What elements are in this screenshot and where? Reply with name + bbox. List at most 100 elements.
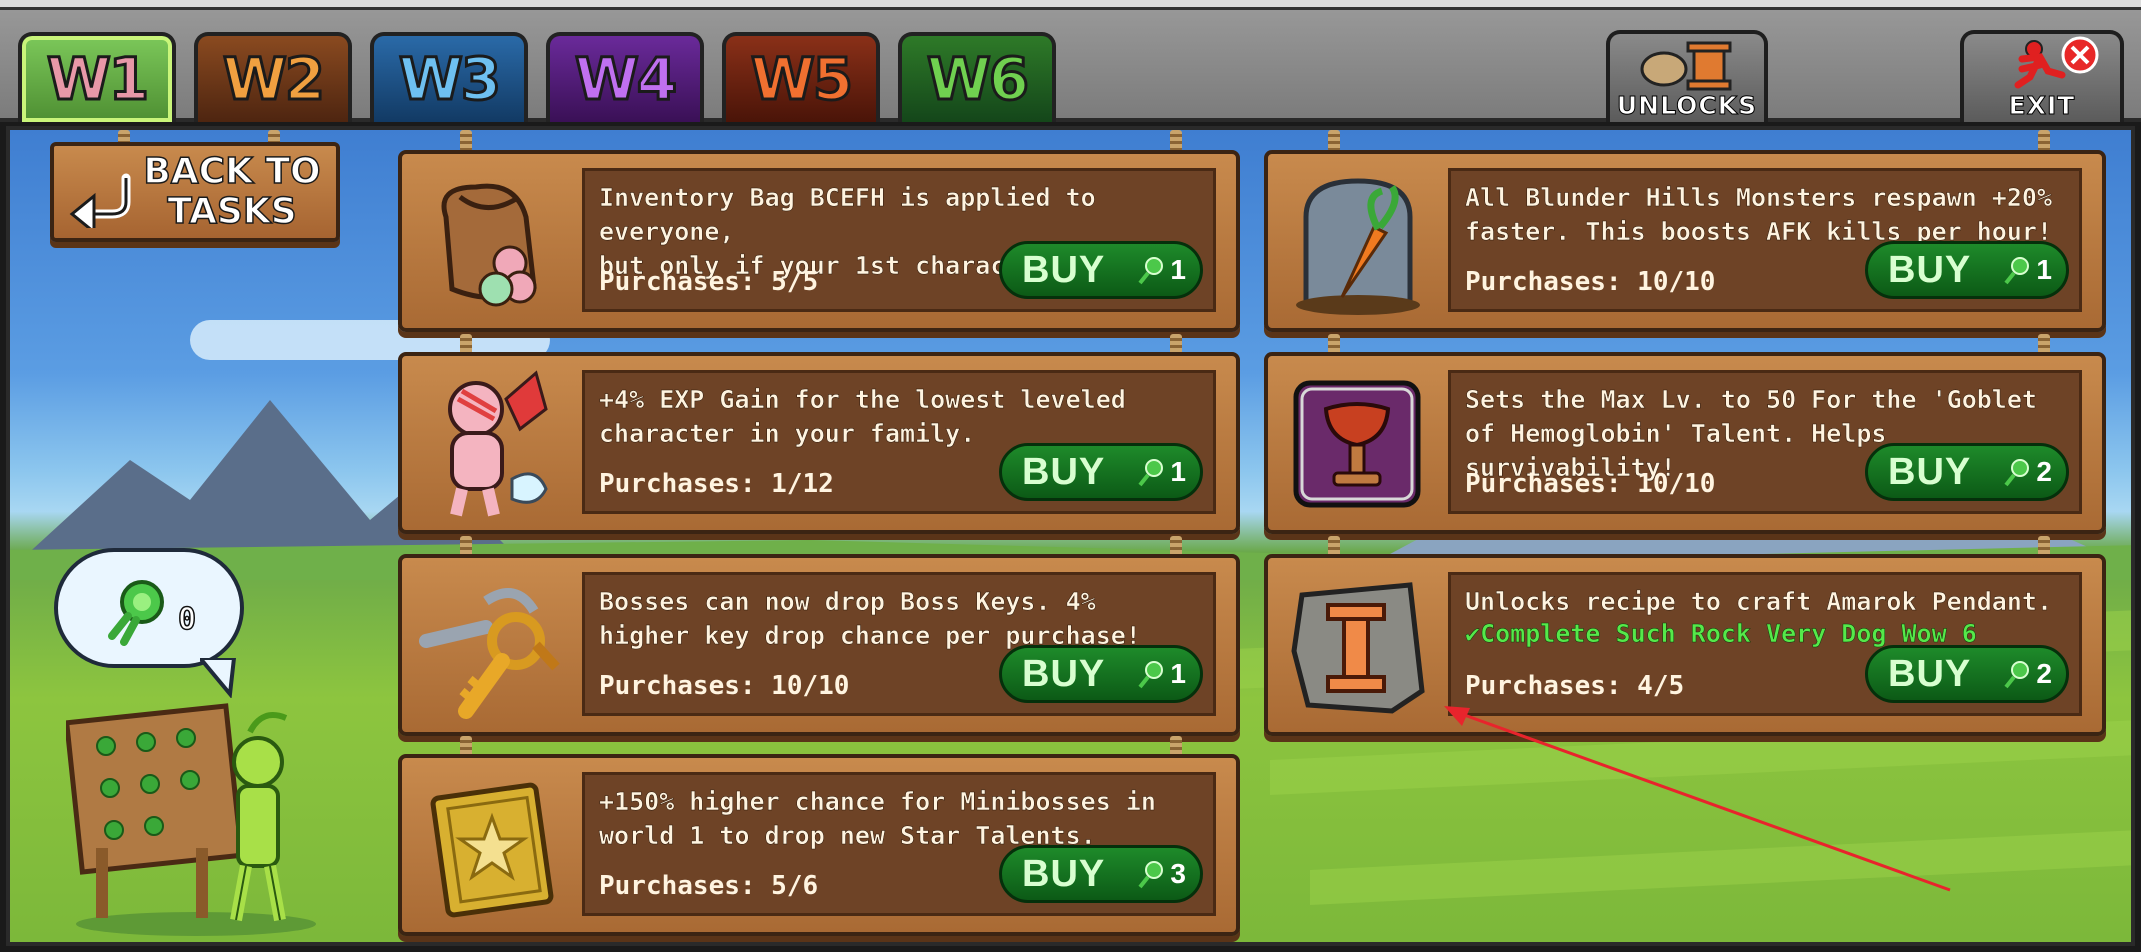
cost-amount: 2 bbox=[2036, 456, 2052, 487]
upgrade-panel: Unlocks recipe to craft Amarok Pendant. … bbox=[1448, 572, 2082, 716]
tab-w5[interactable]: W5 bbox=[722, 32, 880, 122]
cost-amount: 1 bbox=[2036, 254, 2052, 285]
top-stripe bbox=[0, 0, 2141, 10]
rope bbox=[1328, 130, 1340, 152]
cost-amount: 1 bbox=[1170, 658, 1186, 689]
upgrade-description: +150% higher chance for Minibosses in wo… bbox=[599, 787, 1156, 851]
buy-button[interactable]: BUY 3 bbox=[999, 845, 1203, 903]
upgrade-panel: Inventory Bag BCEFH is applied to everyo… bbox=[582, 168, 1216, 312]
buy-button[interactable]: BUY 1 bbox=[999, 645, 1203, 703]
tab-w6[interactable]: W6 bbox=[898, 32, 1056, 122]
buy-button[interactable]: BUY 2 bbox=[1865, 645, 2069, 703]
cost-amount: 2 bbox=[2036, 658, 2052, 689]
annotation-arrow bbox=[1444, 706, 1951, 892]
unlocks-label: UNLOCKS bbox=[1616, 91, 1758, 121]
goblet-icon bbox=[1282, 368, 1432, 520]
upgrade-panel: Bosses can now drop Boss Keys. 4% higher… bbox=[582, 572, 1216, 716]
back-to-tasks-label: BACK TO TASKS bbox=[143, 151, 322, 233]
cost-amount: 3 bbox=[1170, 858, 1186, 889]
buy-button[interactable]: BUY 1 bbox=[999, 241, 1203, 299]
buy-label: BUY bbox=[1022, 852, 1106, 895]
requirement-label: Complete Such Rock Very Dog Wow 6 bbox=[1480, 619, 1977, 649]
tab-w4[interactable]: W4 bbox=[546, 32, 704, 122]
buy-label: BUY bbox=[1022, 450, 1106, 493]
upgrade-card-star-talents: +150% higher chance for Minibosses in wo… bbox=[398, 754, 1240, 936]
task-point-icon bbox=[1138, 459, 1164, 487]
unlocks-button[interactable]: UNLOCKS bbox=[1606, 30, 1768, 122]
upgrade-panel: Sets the Max Lv. to 50 For the 'Goblet o… bbox=[1448, 370, 2082, 514]
rope bbox=[1170, 130, 1182, 152]
cost-amount: 1 bbox=[1170, 254, 1186, 285]
tab-w2-label: W2 bbox=[221, 44, 326, 115]
task-point-icon bbox=[2004, 257, 2030, 285]
upgrade-card-inventory-bag: Inventory Bag BCEFH is applied to everyo… bbox=[398, 150, 1240, 332]
npc-speech-bubble: 0 bbox=[54, 548, 244, 668]
upgrade-panel: +4% EXP Gain for the lowest leveled char… bbox=[582, 370, 1216, 514]
upgrade-panel: +150% higher chance for Minibosses in wo… bbox=[582, 772, 1216, 916]
purchases-count: Purchases: 10/10 bbox=[599, 671, 850, 701]
upgrade-panel: All Blunder Hills Monsters respawn +20% … bbox=[1448, 168, 2082, 312]
world-tab-bar: W1 W2 W3 W4 W5 W6 UNLOCKS EXIT bbox=[0, 0, 2141, 122]
requirement-text: ✔Complete Such Rock Very Dog Wow 6 bbox=[1465, 619, 2069, 649]
purchases-count: Purchases: 10/10 bbox=[1465, 469, 1716, 499]
cost: 2 bbox=[2002, 658, 2052, 690]
task-point-count: 0 bbox=[177, 601, 197, 638]
purchases-count: Purchases: 1/12 bbox=[599, 469, 834, 499]
amarok-pendant-icon bbox=[1282, 570, 1432, 722]
star-talent-book-icon bbox=[416, 770, 566, 922]
tab-w4-label: W4 bbox=[573, 44, 678, 115]
tab-w6-label: W6 bbox=[925, 44, 1030, 115]
cost: 1 bbox=[1136, 456, 1186, 488]
purchases-count: Purchases: 5/5 bbox=[599, 267, 819, 297]
task-point-icon bbox=[2004, 459, 2030, 487]
buy-label: BUY bbox=[1022, 248, 1106, 291]
buy-button[interactable]: BUY 2 bbox=[1865, 443, 2069, 501]
upgrade-card-goblet-talent: Sets the Max Lv. to 50 For the 'Goblet o… bbox=[1264, 352, 2106, 534]
buy-label: BUY bbox=[1022, 652, 1106, 695]
upgrade-card-exp-gain: +4% EXP Gain for the lowest leveled char… bbox=[398, 352, 1240, 534]
back-to-tasks-button[interactable]: BACK TO TASKS bbox=[50, 142, 340, 242]
upgrade-description: Bosses can now drop Boss Keys. 4% higher… bbox=[599, 587, 1141, 651]
buy-button[interactable]: BUY 1 bbox=[999, 443, 1203, 501]
tab-w3-label: W3 bbox=[397, 44, 502, 115]
shop-stage: BACK TO TASKS 0 Inventory Bag BCEFH is a… bbox=[6, 126, 2135, 946]
task-point-icon bbox=[1138, 257, 1164, 285]
inventory-bag-icon bbox=[416, 166, 566, 318]
carrot-grave-icon bbox=[1282, 166, 1432, 318]
cost: 3 bbox=[1136, 858, 1186, 890]
buy-label: BUY bbox=[1888, 652, 1972, 695]
upgrade-card-monster-respawn: All Blunder Hills Monsters respawn +20% … bbox=[1264, 150, 2106, 332]
exit-icon bbox=[2014, 36, 2099, 89]
cost: 1 bbox=[2002, 254, 2052, 286]
exit-button[interactable]: EXIT bbox=[1960, 30, 2124, 122]
tab-w1-label: W1 bbox=[45, 44, 150, 115]
check-icon: ✔ bbox=[1465, 619, 1481, 649]
rope bbox=[2038, 130, 2050, 152]
upgrade-description: All Blunder Hills Monsters respawn +20% … bbox=[1465, 183, 2053, 247]
task-point-icon bbox=[108, 580, 164, 646]
buy-label: BUY bbox=[1888, 450, 1972, 493]
exit-label: EXIT bbox=[2008, 91, 2076, 121]
upgrade-description: Unlocks recipe to craft Amarok Pendant. bbox=[1465, 587, 2053, 617]
back-arrow-icon bbox=[69, 173, 131, 228]
cost: 1 bbox=[1136, 254, 1186, 286]
unlocks-icon bbox=[1640, 41, 1732, 91]
upgrade-description: +4% EXP Gain for the lowest leveled char… bbox=[599, 385, 1126, 449]
task-board-npc bbox=[66, 703, 316, 936]
purchases-count: Purchases: 10/10 bbox=[1465, 267, 1716, 297]
tab-w3[interactable]: W3 bbox=[370, 32, 528, 122]
boss-key-icon bbox=[416, 570, 566, 722]
tab-w5-label: W5 bbox=[749, 44, 854, 115]
task-point-icon bbox=[1138, 661, 1164, 689]
buy-label: BUY bbox=[1888, 248, 1972, 291]
cost: 2 bbox=[2002, 456, 2052, 488]
cost-amount: 1 bbox=[1170, 456, 1186, 487]
purchases-count: Purchases: 5/6 bbox=[599, 871, 819, 901]
tab-w2[interactable]: W2 bbox=[194, 32, 352, 122]
tab-w1[interactable]: W1 bbox=[18, 32, 176, 122]
cost: 1 bbox=[1136, 658, 1186, 690]
buy-button[interactable]: BUY 1 bbox=[1865, 241, 2069, 299]
purchases-count: Purchases: 4/5 bbox=[1465, 671, 1685, 701]
bubble-tail bbox=[200, 658, 237, 698]
upgrade-card-boss-keys: Bosses can now drop Boss Keys. 4% higher… bbox=[398, 554, 1240, 736]
